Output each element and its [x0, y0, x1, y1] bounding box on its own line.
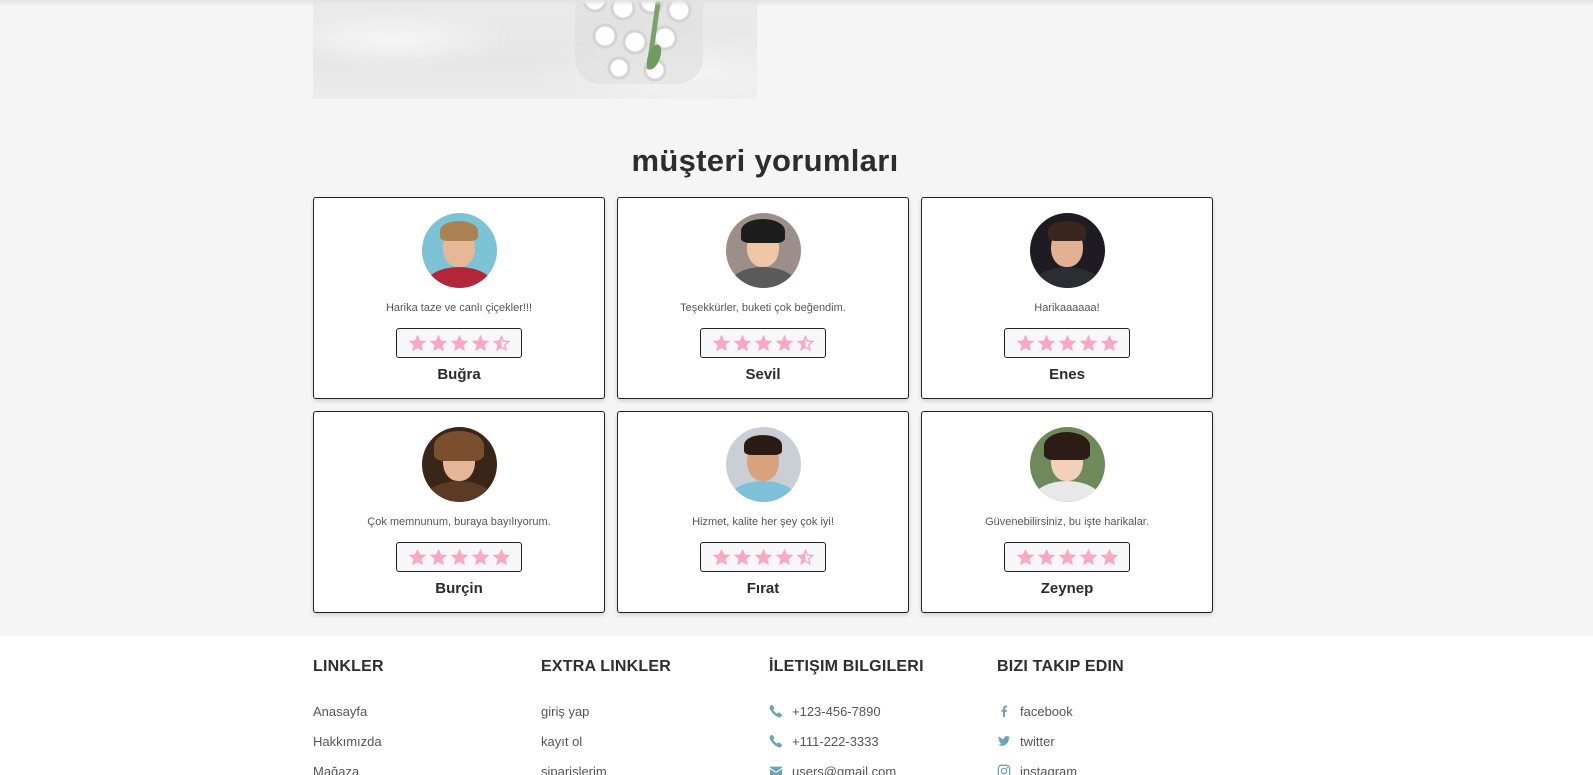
review-text: Teşekkürler, buketi çok beğendim. — [680, 302, 846, 314]
avatar — [725, 213, 801, 288]
review-card: Çok memnunum, buraya bayılıyorum. Burçin — [313, 411, 605, 613]
review-card: Hizmet, kalite her şey çok iyi! Fırat — [617, 411, 909, 613]
facebook-icon — [997, 704, 1011, 718]
footer-contact-phone-1[interactable]: +123-456-7890 — [769, 696, 997, 726]
footer-col-extra: EXTRA LINKLER giriş yap kayıt ol sipariş… — [541, 658, 769, 775]
section-title: müşteri yorumları — [631, 143, 899, 178]
footer-contact-phone-2[interactable]: +111-222-3333 — [769, 726, 997, 756]
star-full-icon — [1037, 548, 1055, 565]
reviewer-name: Enes — [1049, 366, 1085, 383]
star-half-icon — [796, 548, 814, 565]
twitter-icon — [997, 734, 1011, 748]
review-text: Çok memnunum, buraya bayılıyorum. — [367, 516, 551, 528]
footer-link-register[interactable]: kayıt ol — [541, 726, 769, 756]
review-text: Güvenebilirsiniz, bu işte harikalar. — [985, 516, 1149, 528]
social-text: instagram — [1020, 763, 1078, 775]
footer-columns: LINKLER Anasayfa Hakkımızda Mağaza EXTRA… — [313, 658, 1225, 775]
reviewer-name: Fırat — [746, 580, 780, 597]
star-full-icon — [429, 334, 447, 351]
contact-text: users@gmail.com — [792, 763, 897, 775]
review-text: Harikaaaaaa! — [1034, 302, 1100, 314]
star-full-icon — [733, 548, 751, 565]
star-full-icon — [450, 334, 468, 351]
review-card: Teşekkürler, buketi çok beğendim. Sevil — [617, 197, 909, 399]
star-full-icon — [775, 548, 793, 565]
footer-social-instagram[interactable]: instagram — [997, 756, 1225, 775]
footer-contact-email[interactable]: users@gmail.com — [769, 756, 997, 775]
review-card: Güvenebilirsiniz, bu işte harikalar. Zey… — [921, 411, 1213, 613]
reviewer-name: Zeynep — [1040, 580, 1094, 597]
star-full-icon — [1079, 548, 1097, 565]
header-shadow — [0, 0, 1593, 6]
star-full-icon — [1079, 334, 1097, 351]
footer-link-orders[interactable]: siparişlerim — [541, 756, 769, 775]
social-text: facebook — [1020, 703, 1073, 719]
star-full-icon — [1100, 548, 1118, 565]
avatar — [421, 427, 497, 502]
footer-heading: EXTRA LINKLER — [541, 658, 672, 675]
star-full-icon — [754, 548, 772, 565]
vase-image — [313, 0, 757, 99]
phone-icon — [769, 734, 783, 748]
star-full-icon — [754, 334, 772, 351]
footer-social-facebook[interactable]: facebook — [997, 696, 1225, 726]
star-full-icon — [775, 334, 793, 351]
reviewer-name: Buğra — [437, 366, 481, 383]
avatar — [421, 213, 497, 288]
footer-social-twitter[interactable]: twitter — [997, 726, 1225, 756]
star-full-icon — [712, 548, 730, 565]
star-full-icon — [408, 334, 426, 351]
star-rating — [396, 328, 522, 358]
review-text: Hizmet, kalite her şey çok iyi! — [692, 516, 834, 528]
footer-heading: BIZI TAKIP EDIN — [997, 658, 1124, 675]
footer: LINKLER Anasayfa Hakkımızda Mağaza EXTRA… — [0, 636, 1593, 775]
footer-link-hakkimizda[interactable]: Hakkımızda — [313, 726, 541, 756]
instagram-icon — [997, 764, 1011, 775]
star-full-icon — [429, 548, 447, 565]
star-rating — [700, 542, 826, 572]
social-text: twitter — [1020, 733, 1055, 749]
star-full-icon — [492, 548, 510, 565]
star-half-icon — [492, 334, 510, 351]
phone-icon — [769, 704, 783, 718]
star-full-icon — [471, 334, 489, 351]
reviews-grid: Harika taze ve canlı çiçekler!!! Buğra T… — [313, 197, 1213, 613]
avatar — [1029, 213, 1105, 288]
star-rating — [396, 542, 522, 572]
star-full-icon — [408, 548, 426, 565]
star-full-icon — [1058, 548, 1076, 565]
star-full-icon — [1016, 548, 1034, 565]
footer-link-anasayfa[interactable]: Anasayfa — [313, 696, 541, 726]
star-rating — [1004, 328, 1130, 358]
avatar — [1029, 427, 1105, 502]
star-full-icon — [471, 548, 489, 565]
star-full-icon — [712, 334, 730, 351]
star-rating — [1004, 542, 1130, 572]
review-card: Harikaaaaaa! Enes — [921, 197, 1213, 399]
star-full-icon — [1100, 334, 1118, 351]
footer-col-social: BIZI TAKIP EDIN facebook twitter instagr… — [997, 658, 1225, 775]
footer-heading: İLETIŞIM BILGILERI — [769, 658, 924, 675]
reviewer-name: Burçin — [435, 580, 483, 597]
footer-col-links: LINKLER Anasayfa Hakkımızda Mağaza — [313, 658, 541, 775]
contact-text: +123-456-7890 — [792, 703, 881, 719]
star-full-icon — [733, 334, 751, 351]
star-half-icon — [796, 334, 814, 351]
star-rating — [700, 328, 826, 358]
contact-text: +111-222-3333 — [792, 733, 879, 749]
reviewer-name: Sevil — [745, 366, 781, 383]
review-card: Harika taze ve canlı çiçekler!!! Buğra — [313, 197, 605, 399]
footer-col-contact: İLETIŞIM BILGILERI +123-456-7890 +111-22… — [769, 658, 997, 775]
star-full-icon — [450, 548, 468, 565]
footer-heading: LINKLER — [313, 658, 384, 675]
avatar — [725, 427, 801, 502]
star-full-icon — [1016, 334, 1034, 351]
review-text: Harika taze ve canlı çiçekler!!! — [385, 302, 533, 314]
glass-vase — [575, 0, 703, 84]
footer-link-login[interactable]: giriş yap — [541, 696, 769, 726]
star-full-icon — [1037, 334, 1055, 351]
footer-link-magaza[interactable]: Mağaza — [313, 756, 541, 775]
envelope-icon — [769, 764, 783, 775]
star-full-icon — [1058, 334, 1076, 351]
